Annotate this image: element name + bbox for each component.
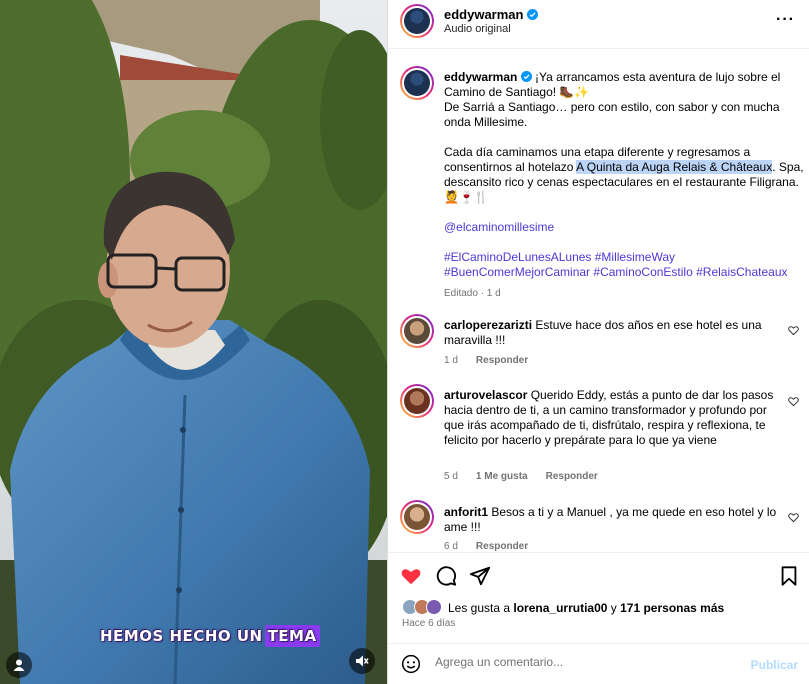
comment-meta: 1 d Responder [444, 355, 528, 366]
liker-username[interactable]: lorena_urrutia00 [513, 601, 607, 615]
comment-item: anforit1 Besos a ti y a Manuel , ya me q… [444, 505, 784, 535]
hotel-name-selected-text: A Quinta da Auga Relais & Châteaux [576, 160, 773, 174]
likes-count[interactable]: 171 personas más [620, 601, 724, 615]
caption-highlight: TEMA [264, 625, 320, 647]
comment-bubble-icon[interactable] [435, 565, 457, 587]
hashtags-line-2[interactable]: #BuenComerMejorCaminar #CaminoConEstilo … [444, 265, 804, 280]
ellipsis-icon: ··· [776, 11, 795, 28]
add-comment-bar: Publicar [388, 643, 809, 684]
author-username-header[interactable]: eddywarman [444, 7, 539, 22]
video-player[interactable]: HEMOS HECHO UN TEMA [0, 0, 387, 684]
header-divider [388, 48, 809, 49]
caption-text: HEMOS HECHO UN [100, 627, 263, 645]
smiley-icon[interactable] [401, 654, 421, 674]
audio-original-link[interactable]: Audio original [444, 23, 511, 35]
commenter-avatar[interactable] [400, 500, 434, 534]
verified-badge-icon [527, 9, 539, 20]
comment-like-icon[interactable] [788, 396, 799, 407]
reply-button[interactable]: Responder [546, 471, 598, 482]
comment-item: carloperezarizti Estuve hace dos años en… [444, 318, 784, 348]
publish-button[interactable]: Publicar [751, 658, 798, 672]
muted-speaker-icon [356, 655, 369, 667]
comment-likes-count[interactable]: 1 Me gusta [476, 471, 528, 482]
comment-time: 6 d [444, 541, 458, 552]
edited-timestamp: Editado · 1 d [444, 288, 501, 299]
hashtags-line-1[interactable]: #ElCaminoDeLunesALunes #MillesimeWay [444, 250, 804, 265]
caption-username[interactable]: eddywarman [444, 70, 517, 84]
action-bar [388, 552, 809, 596]
video-caption: HEMOS HECHO UN TEMA [100, 622, 320, 650]
mention-link[interactable]: @elcaminomillesime [444, 220, 804, 235]
comment-input[interactable] [435, 655, 735, 669]
heart-filled-icon[interactable] [400, 565, 422, 587]
post-side-panel: eddywarman Audio original ··· eddywarman… [387, 0, 809, 684]
bookmark-icon[interactable] [778, 565, 800, 587]
comment-text: Besos a ti y a Manuel , ya me quede en e… [444, 505, 777, 534]
reply-button[interactable]: Responder [476, 355, 528, 366]
video-frame [0, 0, 387, 684]
comment-time: 1 d [444, 355, 458, 366]
comment-item: arturovelascor Querido Eddy, estás a pun… [444, 388, 784, 448]
likes-summary[interactable]: Les gusta a lorena_urrutia00 y 171 perso… [448, 601, 724, 615]
post-caption: eddywarman ¡Ya arrancamos esta aventura … [444, 70, 804, 301]
person-icon [13, 659, 25, 671]
comment-meta: 5 d 1 Me gusta Responder [444, 471, 598, 482]
caption-author-avatar[interactable] [400, 66, 434, 100]
comment-like-icon[interactable] [788, 512, 799, 523]
comment-username[interactable]: anforit1 [444, 505, 488, 519]
commenter-avatar[interactable] [400, 384, 434, 418]
comment-username[interactable]: carloperezarizti [444, 318, 532, 332]
tagged-people-button[interactable] [6, 652, 32, 678]
mute-button[interactable] [349, 648, 375, 674]
more-options-button[interactable]: ··· [776, 11, 795, 29]
commenter-avatar[interactable] [400, 314, 434, 348]
comment-time: 5 d [444, 471, 458, 482]
caption-line-2: De Sarriá a Santiago… pero con estilo, c… [444, 100, 780, 129]
comment-username[interactable]: arturovelascor [444, 388, 527, 402]
comment-meta: 6 d Responder [444, 541, 528, 552]
comment-like-icon[interactable] [788, 325, 799, 336]
paper-plane-icon[interactable] [469, 565, 491, 587]
verified-badge-icon [520, 71, 532, 82]
reply-button[interactable]: Responder [476, 541, 528, 552]
author-avatar[interactable] [400, 4, 434, 38]
likers-avatars[interactable] [402, 599, 446, 615]
post-timestamp[interactable]: Hace 6 días [402, 618, 455, 629]
